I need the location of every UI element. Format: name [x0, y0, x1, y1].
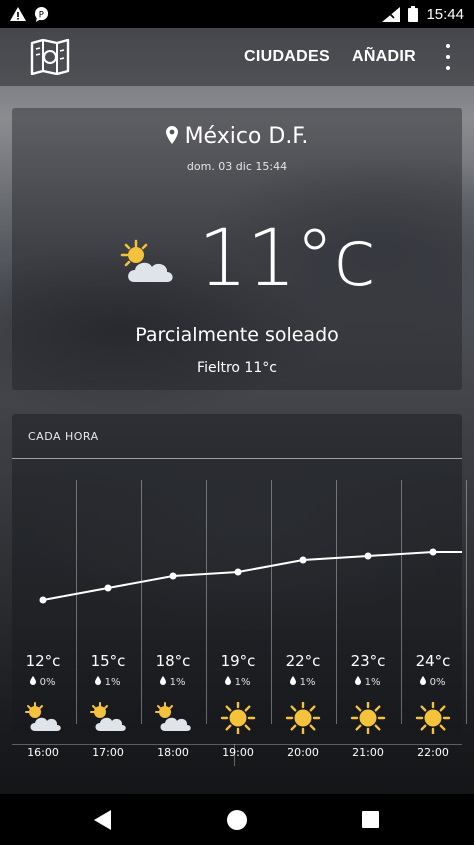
- navigation-bar: [0, 794, 474, 845]
- add-city-button[interactable]: AÑADIR: [352, 48, 416, 66]
- trend-point: [169, 572, 177, 580]
- location-name: México D.F.: [184, 124, 309, 149]
- hourly-item[interactable]: 19°c 1% 19:00: [206, 652, 270, 759]
- home-icon[interactable]: [227, 810, 247, 830]
- sun-icon: [220, 702, 256, 734]
- raindrop-icon: [290, 676, 297, 688]
- partly-sunny-icon: [155, 702, 191, 731]
- hour-time: 19:00: [222, 746, 254, 759]
- trend-point: [364, 552, 372, 560]
- sun-icon: [415, 702, 451, 734]
- divider: [234, 744, 235, 766]
- app-bar: CIUDADES AÑADIR: [0, 28, 474, 86]
- clock: 15:44: [426, 5, 464, 23]
- sun-icon: [285, 702, 321, 734]
- back-icon[interactable]: [94, 810, 112, 830]
- rain-chance-value: 1%: [364, 677, 381, 688]
- hour-time: 20:00: [287, 746, 319, 759]
- hourly-item[interactable]: 18°c 1% 18:00: [141, 652, 205, 759]
- raindrop-icon: [30, 676, 37, 688]
- hour-temperature: 23°c: [350, 652, 386, 670]
- location-row[interactable]: México D.F.: [12, 124, 462, 149]
- partly-sunny-icon: [120, 239, 173, 282]
- battery-icon: [408, 6, 419, 22]
- rain-chance-value: 1%: [234, 677, 251, 688]
- rain-chance: 1%: [141, 676, 205, 688]
- hour-temperature: 22°c: [285, 652, 321, 670]
- rain-chance: 1%: [206, 676, 270, 688]
- hourly-item[interactable]: 23°c 1% 21:00: [336, 652, 400, 759]
- temperature-trend-line: [39, 548, 462, 604]
- raindrop-icon: [420, 676, 427, 688]
- trend-point: [104, 584, 112, 592]
- signal-icon: [382, 6, 401, 22]
- feels-like: Fieltro 11°c: [197, 360, 277, 376]
- partly-sunny-icon: [25, 702, 61, 731]
- raindrop-icon: [160, 676, 167, 688]
- status-bar: P 15:44: [0, 0, 474, 28]
- current-weather-card: México D.F. dom. 03 dic 15:44 11°c Parci…: [12, 108, 462, 390]
- current-temperature: 11°c: [198, 214, 376, 304]
- hour-time: 18:00: [157, 746, 189, 759]
- weather-condition: Parcialmente soleado: [135, 324, 339, 346]
- svg-text:P: P: [39, 9, 44, 19]
- trend-point: [299, 556, 307, 564]
- raindrop-icon: [355, 676, 362, 688]
- hour-temperature: 15°c: [90, 652, 126, 670]
- rain-chance-value: 0%: [39, 677, 56, 688]
- hour-time: 17:00: [92, 746, 124, 759]
- map-book-icon[interactable]: [30, 39, 70, 75]
- hour-time: 22:00: [417, 746, 449, 759]
- rain-chance-value: 1%: [299, 677, 316, 688]
- cities-button[interactable]: CIUDADES: [244, 48, 330, 66]
- sun-icon: [350, 702, 386, 734]
- divider: [12, 458, 462, 459]
- rain-chance: 1%: [76, 676, 140, 688]
- date-time: dom. 03 dic 15:44: [186, 160, 288, 173]
- hour-time: 16:00: [27, 746, 59, 759]
- rain-chance: 1%: [271, 676, 335, 688]
- hour-temperature: 18°c: [155, 652, 191, 670]
- rain-chance-value: 1%: [104, 677, 121, 688]
- raindrop-icon: [225, 676, 232, 688]
- hour-temperature: 24°c: [415, 652, 451, 670]
- hourly-item[interactable]: 22°c 1% 20:00: [271, 652, 335, 759]
- chat-bubble-icon: P: [34, 6, 49, 22]
- column-separator: [466, 480, 467, 724]
- location-pin-icon: [165, 126, 178, 144]
- rain-chance: 1%: [336, 676, 400, 688]
- hourly-item[interactable]: 24°c 0% 22:00: [401, 652, 465, 759]
- recent-apps-icon[interactable]: [362, 811, 379, 828]
- trend-point: [234, 568, 242, 576]
- partly-sunny-icon: [90, 702, 126, 731]
- hour-temperature: 12°c: [25, 652, 61, 670]
- rain-chance: 0%: [11, 676, 75, 688]
- trend-point: [39, 596, 47, 604]
- warning-icon: [10, 7, 26, 21]
- overflow-menu-icon[interactable]: [440, 44, 456, 70]
- trend-line: [42, 551, 462, 601]
- rain-chance: 0%: [401, 676, 465, 688]
- divider: [12, 744, 462, 745]
- hourly-forecast-card: CADA HORA 12°c 0% 16:00 15°c 1% 17:00 18°c…: [12, 414, 467, 759]
- hourly-item[interactable]: 12°c 0% 16:00: [11, 652, 75, 759]
- trend-point: [429, 548, 437, 556]
- rain-chance-value: 1%: [169, 677, 186, 688]
- hourly-item[interactable]: 15°c 1% 17:00: [76, 652, 140, 759]
- hour-temperature: 19°c: [220, 652, 256, 670]
- hour-time: 21:00: [352, 746, 384, 759]
- rain-chance-value: 0%: [429, 677, 446, 688]
- hourly-columns[interactable]: 12°c 0% 16:00 15°c 1% 17:00 18°c 1% 18:00 1…: [12, 480, 467, 759]
- raindrop-icon: [95, 676, 102, 688]
- hourly-title: CADA HORA: [28, 430, 99, 443]
